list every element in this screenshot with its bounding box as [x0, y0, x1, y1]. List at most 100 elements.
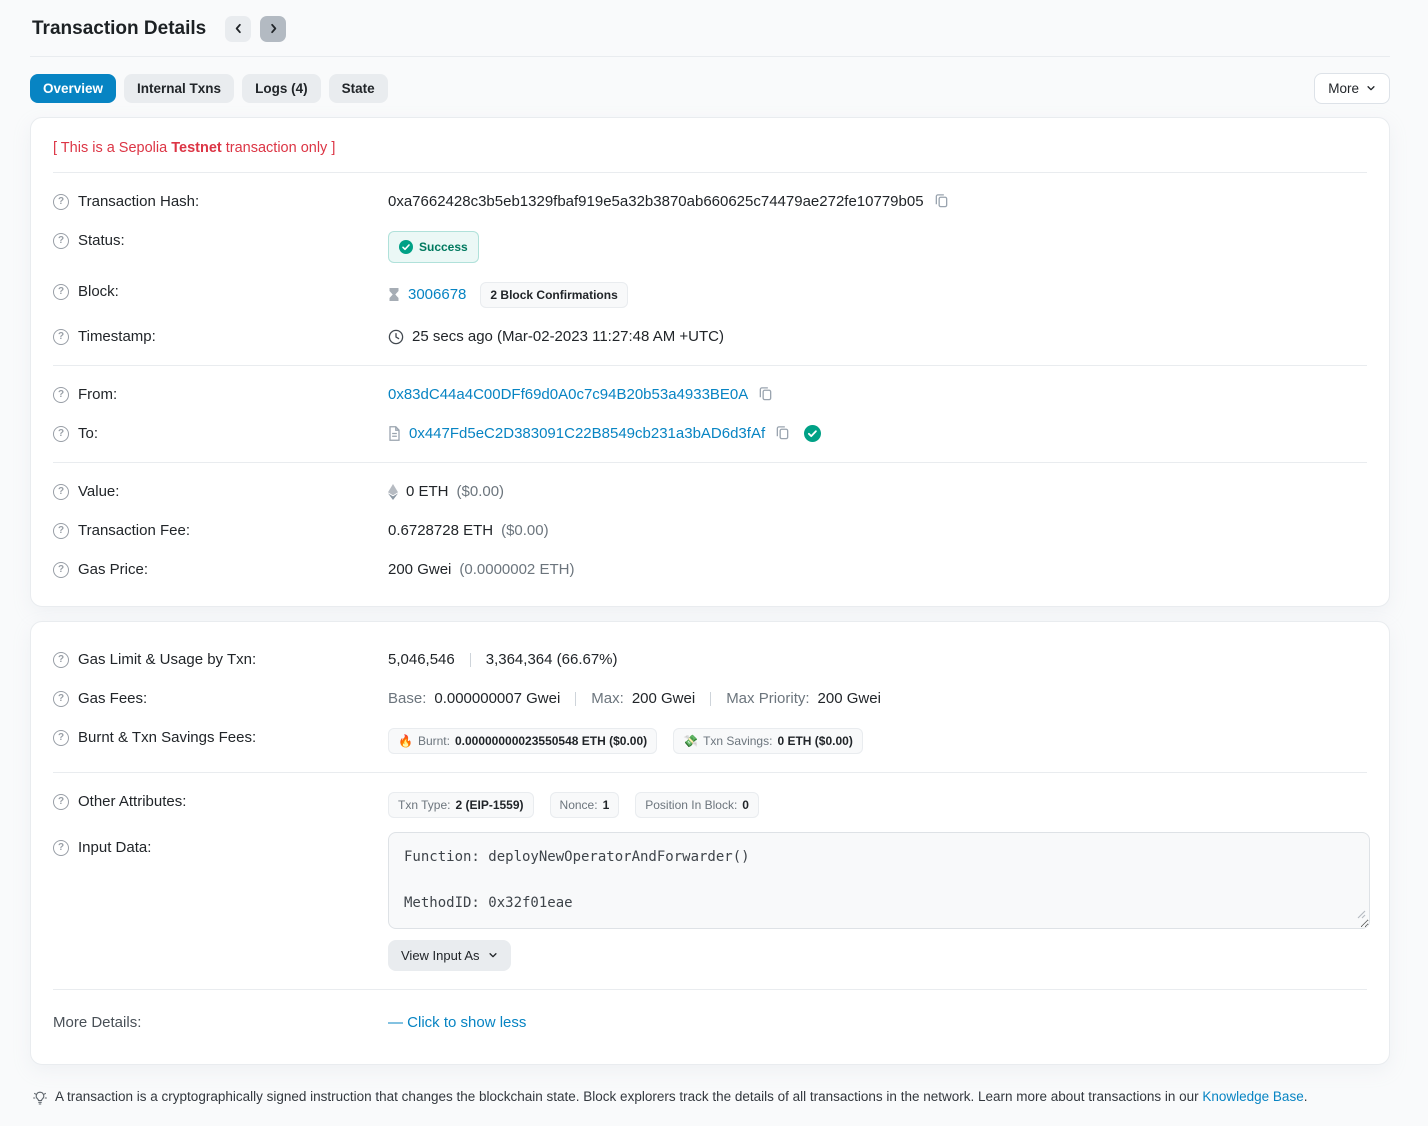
max-fee-label: Max:	[591, 689, 624, 709]
input-data-methodid-line: MethodID: 0x32f01eae	[404, 893, 1354, 913]
tab-state[interactable]: State	[329, 74, 388, 103]
divider	[575, 692, 576, 706]
help-icon[interactable]: ?	[53, 652, 69, 668]
group-gas: ? Gas Limit & Usage by Txn: 5,046,546 3,…	[53, 631, 1367, 772]
burnt-fee-value: 0.00000000023550548 ETH ($0.00)	[455, 734, 647, 748]
transaction-hash-value: 0xa7662428c3b5eb1329fbaf919e5a32b3870ab6…	[388, 192, 924, 212]
help-icon[interactable]: ?	[53, 233, 69, 249]
chevron-down-icon	[488, 948, 498, 963]
banner-bold: Testnet	[171, 140, 222, 156]
block-number-link[interactable]: 3006678	[408, 285, 466, 305]
max-priority-fee-label: Max Priority:	[726, 689, 809, 709]
txn-type-value: 2 (EIP-1559)	[455, 798, 523, 812]
row-gas-fees: ? Gas Fees: Base: 0.000000007 Gwei Max: …	[53, 679, 1367, 718]
help-icon[interactable]: ?	[53, 484, 69, 500]
tab-overview[interactable]: Overview	[30, 74, 116, 103]
previous-transaction-button[interactable]	[225, 16, 251, 42]
row-burnt-savings: ? Burnt & Txn Savings Fees: 🔥 Burnt: 0.0…	[53, 718, 1367, 763]
timestamp-label: Timestamp:	[78, 327, 156, 347]
help-icon[interactable]: ?	[53, 426, 69, 442]
banner-text: [ This is a Sepolia	[53, 140, 171, 156]
base-fee-value: 0.000000007 Gwei	[434, 689, 560, 709]
group-value-fee-gasprice: ? Value: 0 ETH ($0.00) ? Transaction Fee…	[53, 462, 1367, 598]
eth-icon	[388, 484, 398, 500]
gas-limit-label: Gas Limit & Usage by Txn:	[78, 650, 256, 670]
hourglass-icon	[388, 287, 400, 302]
testnet-banner: [ This is a Sepolia Testnet transaction …	[53, 123, 1367, 172]
view-input-as-button[interactable]: View Input As	[388, 940, 511, 971]
row-value: ? Value: 0 ETH ($0.00)	[53, 472, 1367, 511]
show-less-link[interactable]: — Click to show less	[388, 1013, 526, 1033]
page-footer: A transaction is a cryptographically sig…	[30, 1079, 1390, 1126]
from-label: From:	[78, 385, 117, 405]
group-hash-status-block-time: ? Transaction Hash: 0xa7662428c3b5eb1329…	[53, 172, 1367, 365]
nonce-badge: Nonce: 1	[550, 792, 620, 818]
input-data-label: Input Data:	[78, 838, 151, 858]
txn-savings-badge: 💸 Txn Savings: 0 ETH ($0.00)	[673, 728, 863, 754]
help-icon[interactable]: ?	[53, 562, 69, 578]
more-details-label: More Details:	[53, 1013, 141, 1033]
help-icon[interactable]: ?	[53, 794, 69, 810]
copy-from-address-button[interactable]	[756, 386, 775, 404]
next-transaction-button[interactable]	[260, 16, 286, 42]
txn-savings-value: 0 ETH ($0.00)	[777, 734, 852, 748]
status-badge-text: Success	[419, 237, 468, 257]
tab-logs[interactable]: Logs (4)	[242, 74, 321, 103]
tab-list: Overview Internal Txns Logs (4) State	[30, 74, 388, 103]
help-icon[interactable]: ?	[53, 691, 69, 707]
knowledge-base-link[interactable]: Knowledge Base	[1202, 1089, 1303, 1104]
position-in-block-value: 0	[742, 798, 749, 812]
row-other-attributes: ? Other Attributes: Txn Type: 2 (EIP-155…	[53, 782, 1367, 830]
view-input-as-label: View Input As	[401, 948, 480, 963]
group-more-details: More Details: — Click to show less	[53, 989, 1367, 1056]
burnt-fee-badge: 🔥 Burnt: 0.00000000023550548 ETH ($0.00)	[388, 728, 657, 754]
divider	[470, 653, 471, 667]
block-confirmations-text: 2 Block Confirmations	[490, 288, 617, 302]
txn-type-badge: Txn Type: 2 (EIP-1559)	[388, 792, 534, 818]
help-icon[interactable]: ?	[53, 329, 69, 345]
value-amount: 0 ETH	[406, 482, 449, 502]
row-transaction-hash: ? Transaction Hash: 0xa7662428c3b5eb1329…	[53, 182, 1367, 221]
max-priority-fee-value: 200 Gwei	[818, 689, 881, 709]
nonce-label: Nonce:	[560, 798, 598, 812]
more-button[interactable]: More	[1314, 73, 1390, 104]
txn-type-label: Txn Type:	[398, 798, 450, 812]
tabs-row: Overview Internal Txns Logs (4) State Mo…	[30, 73, 1390, 104]
copy-icon	[934, 193, 949, 211]
from-address-link[interactable]: 0x83dC44a4C00DFf69d0A0c7c94B20b53a4933BE…	[388, 385, 748, 405]
group-attributes-input: ? Other Attributes: Txn Type: 2 (EIP-155…	[53, 772, 1367, 989]
to-label: To:	[78, 424, 98, 444]
overview-card: [ This is a Sepolia Testnet transaction …	[30, 117, 1390, 607]
status-badge: Success	[388, 231, 479, 263]
row-from: ? From: 0x83dC44a4C00DFf69d0A0c7c94B20b5…	[53, 375, 1367, 414]
row-status: ? Status: Success	[53, 221, 1367, 272]
row-transaction-fee: ? Transaction Fee: 0.6728728 ETH ($0.00)	[53, 511, 1367, 550]
input-data-function-line: Function: deployNewOperatorAndForwarder(…	[404, 847, 1354, 867]
burnt-savings-label: Burnt & Txn Savings Fees:	[78, 728, 256, 748]
copy-icon	[758, 386, 773, 404]
position-in-block-label: Position In Block:	[645, 798, 737, 812]
to-address-link[interactable]: 0x447Fd5eC2D383091C22B8549cb231a3bAD6d3f…	[409, 424, 765, 444]
help-icon[interactable]: ?	[53, 840, 69, 856]
input-data-box[interactable]: Function: deployNewOperatorAndForwarder(…	[388, 832, 1370, 929]
position-in-block-badge: Position In Block: 0	[635, 792, 759, 818]
transaction-hash-label: Transaction Hash:	[78, 192, 199, 212]
help-icon[interactable]: ?	[53, 730, 69, 746]
copy-hash-button[interactable]	[932, 193, 951, 211]
other-attributes-label: Other Attributes:	[78, 792, 186, 812]
help-icon[interactable]: ?	[53, 284, 69, 300]
block-confirmations-badge: 2 Block Confirmations	[480, 282, 627, 308]
row-gas-limit-usage: ? Gas Limit & Usage by Txn: 5,046,546 3,…	[53, 640, 1367, 679]
resize-handle-icon[interactable]	[1357, 905, 1366, 925]
group-from-to: ? From: 0x83dC44a4C00DFf69d0A0c7c94B20b5…	[53, 365, 1367, 462]
flame-icon: 🔥	[398, 734, 413, 748]
value-label: Value:	[78, 482, 119, 502]
gas-price-eth: (0.0000002 ETH)	[459, 560, 574, 580]
help-icon[interactable]: ?	[53, 194, 69, 210]
txn-savings-label: Txn Savings:	[703, 734, 772, 748]
chevron-right-icon	[268, 22, 279, 37]
help-icon[interactable]: ?	[53, 387, 69, 403]
help-icon[interactable]: ?	[53, 523, 69, 539]
tab-internal-txns[interactable]: Internal Txns	[124, 74, 234, 103]
copy-to-address-button[interactable]	[773, 425, 792, 443]
